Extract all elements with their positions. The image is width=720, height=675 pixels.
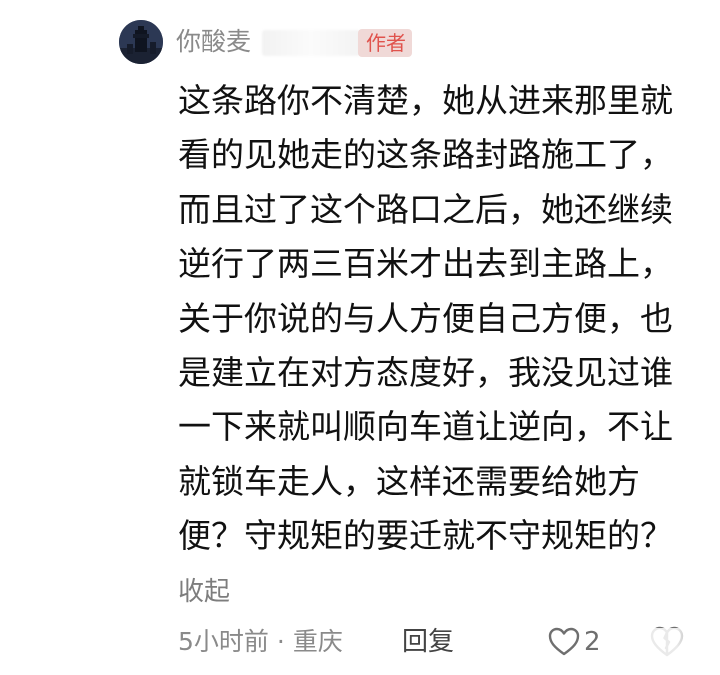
comment-text-line: 逆行了两三百米才出去到主路上， [178, 244, 673, 284]
comment-text-line: 看的见她走的这条路封路施工了， [178, 135, 673, 175]
timestamp: 5小时前 [178, 627, 269, 656]
like-count: 2 [584, 627, 601, 657]
comment-text-line: 就锁车走人，这样还需要给她方 [178, 461, 640, 501]
reply-button[interactable]: 回复 [402, 624, 454, 660]
username-redaction [262, 30, 360, 56]
comment-text-line: 关于你说的与人方便自己方便，也 [178, 298, 673, 338]
avatar[interactable] [119, 20, 163, 64]
meta-separator: · [276, 627, 285, 656]
comment-text-line: 这条路你不清楚，她从进来那里就 [178, 81, 673, 120]
comment-text: 这条路你不清楚，她从进来那里就 看的见她走的这条路封路施工了， 而且过了这个路口… [178, 74, 698, 564]
collapse-button[interactable]: 收起 [178, 572, 230, 612]
comment-text-line: 便？守规矩的要迁就不守规矩的？ [178, 516, 673, 556]
comment-item: 你酸麦 作者 这条路你不清楚，她从进来那里就 看的见她走的这条路封路施工了， 而… [0, 0, 720, 675]
heart-outline-icon [548, 627, 580, 656]
comment-meta: 5小时前 · 重庆 [178, 624, 343, 660]
avatar-image [119, 20, 163, 64]
comment-text-line: 是建立在对方态度好，我没见过谁 [178, 353, 673, 393]
comment-text-line: 而且过了这个路口之后，她还继续 [178, 189, 673, 229]
location: 重庆 [292, 627, 343, 656]
dislike-button[interactable] [650, 626, 684, 658]
broken-heart-outline-icon [650, 626, 684, 657]
username[interactable]: 你酸麦 [176, 26, 251, 58]
like-button[interactable]: 2 [548, 626, 601, 658]
comment-text-line: 一下来就叫顺向车道让逆向，不让 [178, 407, 673, 447]
author-badge: 作者 [358, 29, 412, 57]
